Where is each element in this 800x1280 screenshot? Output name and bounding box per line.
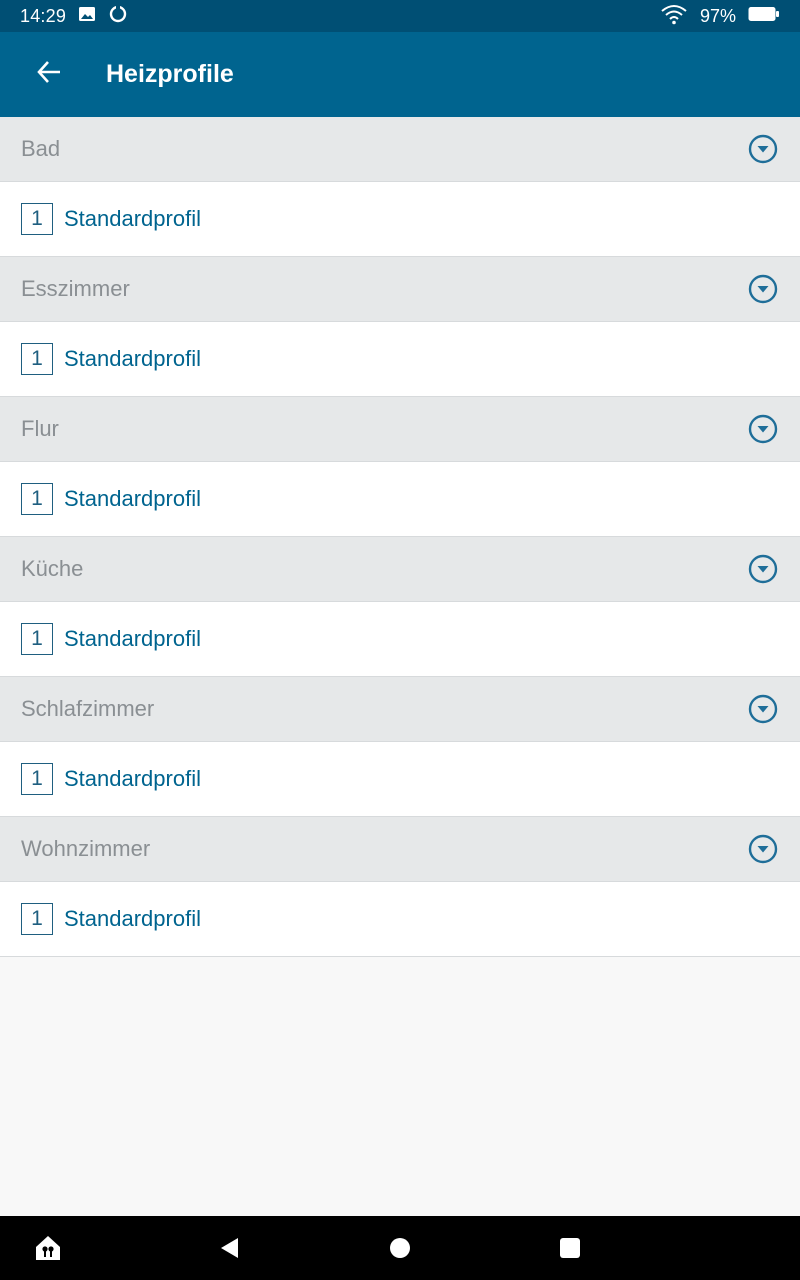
room-name: Flur [21,416,59,441]
chevron-down-circle-icon[interactable] [747,273,779,305]
recents-square-icon[interactable] [552,1230,588,1266]
profile-number-badge: 1 [21,203,53,235]
battery-percent: 97% [699,5,736,26]
room-name: Esszimmer [21,276,130,301]
profile-row[interactable]: 1 Standardprofil [0,322,800,397]
status-time: 14:29 [20,5,67,26]
chevron-down-circle-icon[interactable] [747,833,779,865]
room-name: Bad [21,136,61,161]
chevron-down-circle-icon[interactable] [747,693,779,725]
chevron-down-circle-icon[interactable] [747,553,779,585]
room-profile-list: Bad 1 Standardprofil Esszimmer 1 Standar… [0,117,800,957]
room-header-flur[interactable]: Flur [0,397,800,462]
home-circle-icon[interactable] [382,1230,418,1266]
sync-icon [108,4,128,29]
chevron-down-circle-icon[interactable] [747,133,779,165]
system-nav-bar [0,1216,800,1280]
room-name: Wohnzimmer [21,836,151,861]
room-header-wohnzimmer[interactable]: Wohnzimmer [0,817,800,882]
profile-row[interactable]: 1 Standardprofil [0,882,800,957]
profile-row[interactable]: 1 Standardprofil [0,602,800,677]
page-title: Heizprofile [106,60,234,88]
chevron-down-circle-icon[interactable] [747,413,779,445]
wifi-icon [660,3,688,30]
profile-row[interactable]: 1 Standardprofil [0,182,800,257]
arrow-back-icon [36,59,62,90]
profile-number-badge: 1 [21,903,53,935]
profile-name: Standardprofil [64,626,201,651]
profile-number-badge: 1 [21,483,53,515]
profile-name: Standardprofil [64,766,201,791]
profile-name: Standardprofil [64,206,201,231]
room-header-esszimmer[interactable]: Esszimmer [0,257,800,322]
profile-row[interactable]: 1 Standardprofil [0,462,800,537]
room-header-schlafzimmer[interactable]: Schlafzimmer [0,677,800,742]
room-name: Küche [21,556,84,581]
profile-number-badge: 1 [21,343,53,375]
image-icon [78,5,96,28]
status-bar: 14:29 97% [0,0,800,32]
room-header-bad[interactable]: Bad [0,117,800,182]
profile-number-badge: 1 [21,763,53,795]
back-button[interactable] [19,45,79,105]
room-header-kueche[interactable]: Küche [0,537,800,602]
profile-name: Standardprofil [64,346,201,371]
profile-row[interactable]: 1 Standardprofil [0,742,800,817]
app-bar: Heizprofile [0,32,800,117]
back-triangle-icon[interactable] [212,1230,248,1266]
profile-name: Standardprofil [64,906,201,931]
profile-name: Standardprofil [64,486,201,511]
profile-number-badge: 1 [21,623,53,655]
home-app-icon[interactable] [30,1230,66,1266]
room-name: Schlafzimmer [21,696,155,721]
battery-icon [748,6,780,27]
